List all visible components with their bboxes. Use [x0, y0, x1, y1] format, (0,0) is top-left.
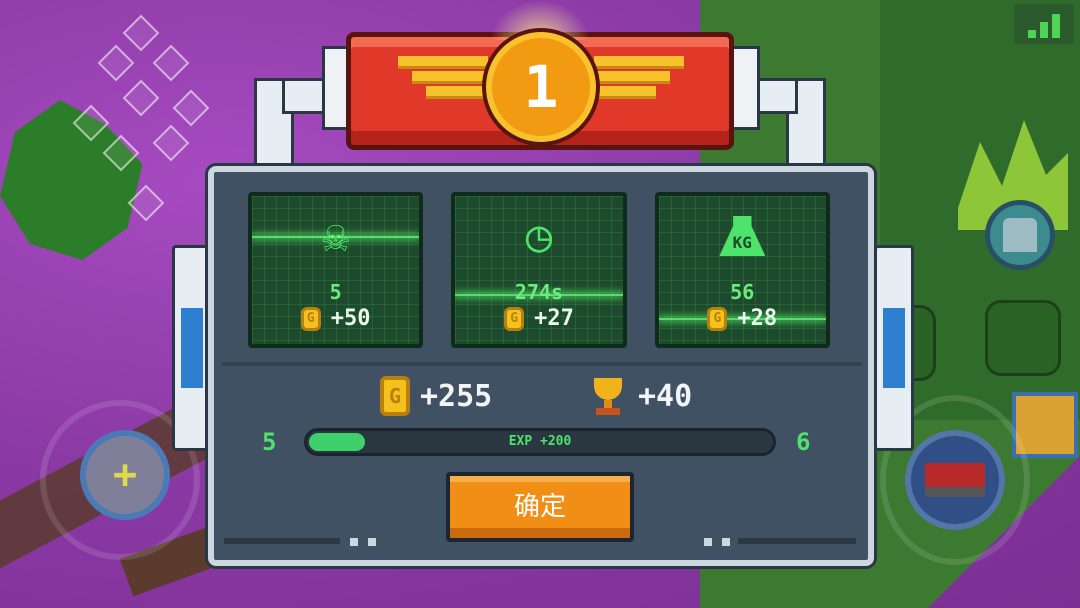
- weight-reward: G +28: [659, 306, 826, 331]
- panel-strip-right: [738, 538, 856, 544]
- kills-card: ☠ 5 G +50: [248, 192, 424, 348]
- time-card: ◷ 274s G +27: [451, 192, 627, 348]
- panel-dot: [368, 538, 376, 546]
- total-trophies-value: +40: [638, 378, 693, 414]
- rank-medal: 1: [486, 32, 596, 142]
- gun-icon: [925, 463, 985, 497]
- panel-dot: [350, 538, 358, 546]
- minimap[interactable]: [8, 0, 228, 270]
- weapon-button[interactable]: [905, 430, 1005, 530]
- current-level: 5: [262, 428, 277, 456]
- wing-right-icon: [594, 56, 684, 116]
- signal-strength-icon: [1014, 4, 1074, 44]
- weight-icon: KG: [712, 210, 772, 264]
- panel-dot: [704, 538, 712, 546]
- weight-value: 56: [730, 280, 755, 304]
- coin-icon: G: [380, 376, 410, 416]
- weight-reward-amount: +28: [737, 306, 778, 331]
- coin-icon: G: [504, 306, 525, 331]
- time-reward: G +27: [455, 306, 622, 331]
- coin-icon: G: [300, 306, 321, 331]
- panel-dot: [722, 538, 730, 546]
- stats-row: ☠ 5 G +50 ◷ 274s G +27 KG 56 G +28: [248, 192, 830, 348]
- ghost-skill-button[interactable]: [985, 200, 1055, 270]
- weight-card: KG 56 G +28: [654, 192, 830, 348]
- empty-slot[interactable]: [985, 300, 1061, 376]
- kills-reward-amount: +50: [330, 306, 371, 331]
- next-level: 6: [796, 428, 811, 456]
- add-button[interactable]: +: [80, 430, 170, 520]
- panel-strip-left: [224, 538, 340, 544]
- kills-value: 5: [329, 280, 342, 304]
- total-coins-value: +255: [420, 378, 493, 414]
- total-coins: G +255: [380, 376, 492, 416]
- confirm-button[interactable]: 确定: [446, 472, 634, 542]
- frame-side-right: [874, 245, 914, 451]
- total-trophies: +40: [588, 376, 692, 416]
- trophy-icon: [588, 376, 628, 416]
- ghost-icon: [1003, 218, 1037, 252]
- coin-icon: G: [707, 306, 728, 331]
- wing-left-icon: [398, 56, 488, 116]
- exp-label: EXP +200: [508, 434, 572, 449]
- time-reward-amount: +27: [534, 306, 574, 331]
- frame-side-left: [172, 245, 212, 451]
- kills-reward: G +50: [252, 306, 419, 331]
- exp-progress-bar: EXP +200: [304, 428, 776, 456]
- clock-icon: ◷: [525, 211, 553, 262]
- time-value: 274s: [514, 280, 564, 304]
- panel-divider: [222, 362, 862, 366]
